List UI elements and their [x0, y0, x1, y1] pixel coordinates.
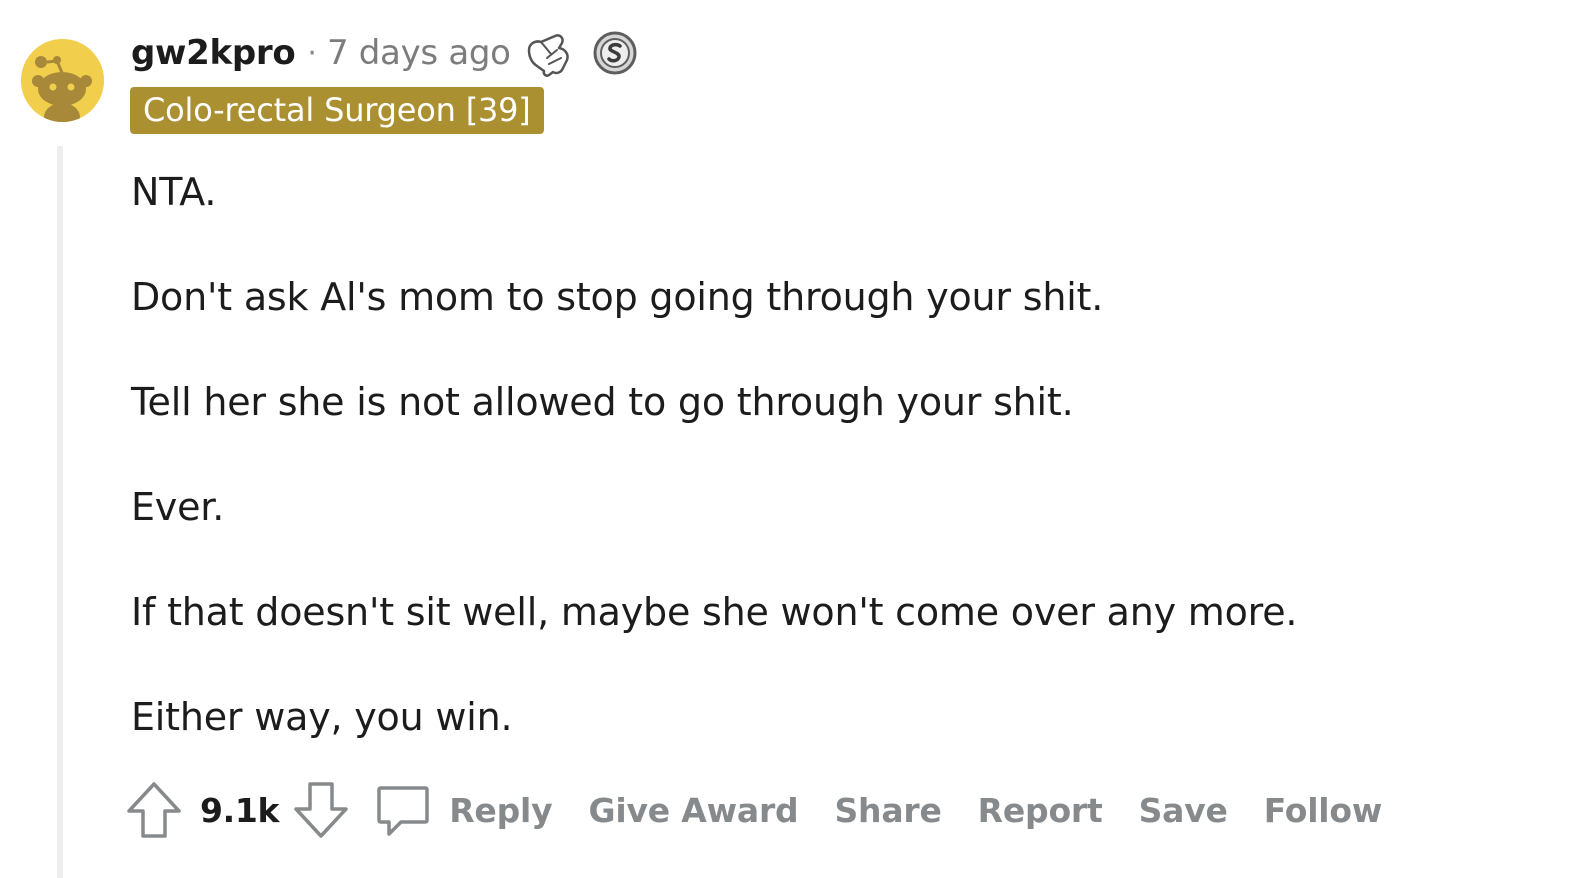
- comment-bubble-icon: [377, 786, 429, 836]
- timestamp-link[interactable]: 7 days ago: [327, 33, 511, 73]
- username-link[interactable]: gw2kpro: [131, 33, 296, 73]
- thread-line[interactable]: [57, 146, 63, 878]
- reply-button[interactable]: Reply: [375, 782, 553, 838]
- report-button[interactable]: Report: [978, 791, 1103, 830]
- comment-body: NTA. Don't ask Al's mom to stop going th…: [131, 165, 1531, 795]
- avatar[interactable]: [21, 39, 104, 122]
- downvote-button[interactable]: [293, 780, 349, 840]
- upvote-button[interactable]: [126, 780, 182, 840]
- comment-paragraph: NTA.: [131, 170, 217, 214]
- comment-paragraph: Tell her she is not allowed to go throug…: [131, 380, 1074, 424]
- pointing-hand-icon[interactable]: [523, 28, 573, 78]
- downvote-arrow-icon: [294, 782, 348, 838]
- vote-score: 9.1k: [200, 790, 280, 830]
- comment-paragraph: Don't ask Al's mom to stop going through…: [131, 275, 1104, 319]
- reply-label: Reply: [449, 790, 553, 830]
- silver-coin-icon[interactable]: [593, 31, 637, 75]
- upvote-arrow-icon: [127, 782, 181, 838]
- comment-header: gw2kpro · 7 days ago: [131, 28, 637, 78]
- share-button[interactable]: Share: [834, 791, 941, 830]
- snoo-avatar-icon: [21, 39, 104, 122]
- comment-actions: 9.1k Reply Give Award Share Report Save …: [126, 778, 1418, 842]
- comment-paragraph: If that doesn't sit well, maybe she won'…: [131, 590, 1298, 634]
- user-flair: Colo-rectal Surgeon [39]: [130, 87, 544, 134]
- separator-dot: ·: [307, 35, 317, 71]
- follow-button[interactable]: Follow: [1264, 791, 1383, 830]
- give-award-button[interactable]: Give Award: [588, 791, 798, 830]
- save-button[interactable]: Save: [1139, 791, 1228, 830]
- comment-paragraph: Ever.: [131, 485, 225, 529]
